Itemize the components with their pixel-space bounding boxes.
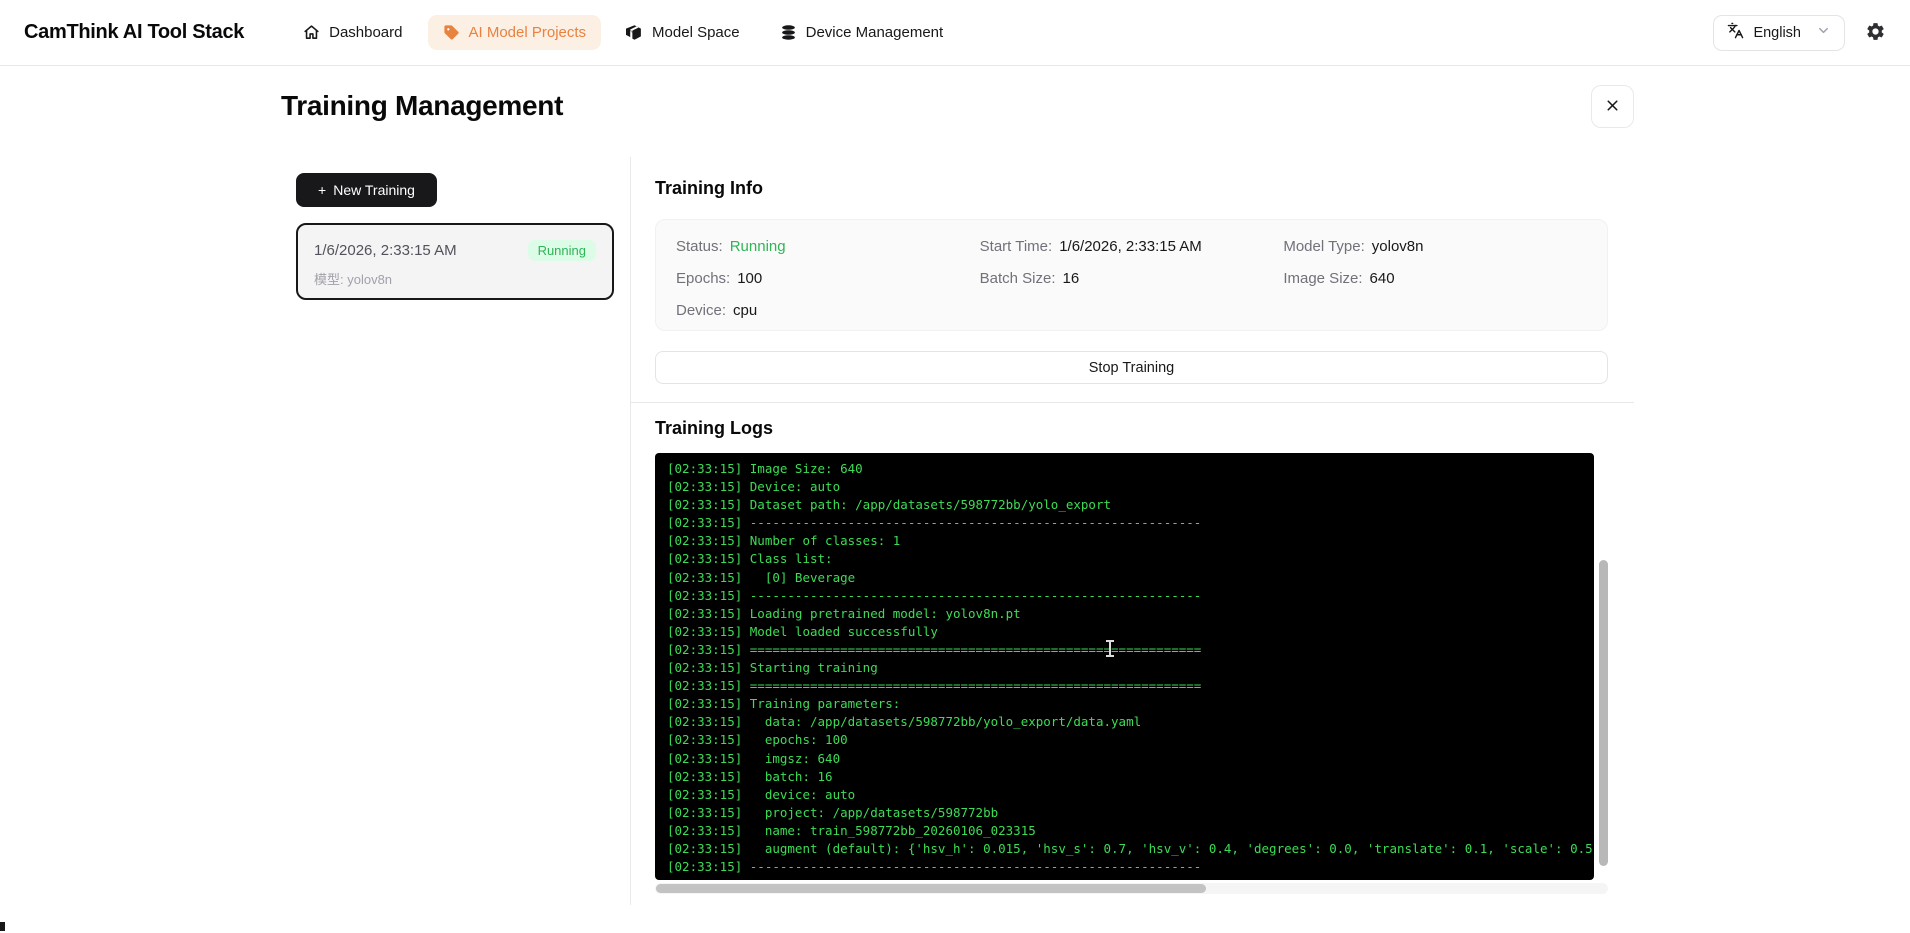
nav-item-label: AI Model Projects [469, 24, 587, 41]
vertical-divider [630, 157, 631, 905]
log-line: [02:33:15] Class list: [667, 550, 1582, 568]
horizontal-scrollbar-track[interactable] [655, 883, 1608, 894]
log-line: [02:33:15] =============================… [667, 677, 1582, 695]
horizontal-scrollbar-thumb[interactable] [656, 884, 1206, 893]
log-line: [02:33:15] =============================… [667, 641, 1582, 659]
log-line: [02:33:15] Training parameters: [667, 695, 1582, 713]
stop-training-button[interactable]: Stop Training [655, 351, 1608, 384]
new-training-label: New Training [333, 182, 415, 198]
chevron-down-icon [1816, 23, 1831, 42]
log-line: [02:33:15] device: auto [667, 786, 1582, 804]
log-line: [02:33:15] batch: 16 [667, 768, 1582, 786]
language-selector[interactable]: English [1713, 15, 1845, 51]
nav-item-label: Device Management [806, 24, 944, 41]
nav-item-label: Model Space [652, 24, 740, 41]
log-line: [02:33:15] imgsz: 640 [667, 750, 1582, 768]
translate-icon [1727, 22, 1744, 43]
corner-artifact [0, 922, 5, 931]
session-model: 模型: yolov8n [314, 269, 596, 288]
main-nav: Dashboard AI Model Projects Model Space … [288, 15, 958, 50]
settings-button[interactable] [1865, 21, 1886, 45]
info-field-status: Status: Running [676, 236, 980, 258]
horizontal-divider [630, 402, 1634, 403]
close-button[interactable] [1591, 85, 1634, 128]
log-line: [02:33:15] Device: auto [667, 478, 1582, 496]
database-icon [780, 24, 797, 41]
header-actions: English [1713, 15, 1886, 51]
training-logs-title: Training Logs [655, 418, 773, 439]
close-icon [1604, 97, 1621, 117]
log-line: [02:33:15] [0] Beverage [667, 569, 1582, 587]
log-line: [02:33:15] -----------------------------… [667, 587, 1582, 605]
training-log-terminal[interactable]: [02:33:15] Image Size: 640[02:33:15] Dev… [655, 453, 1594, 880]
log-line: [02:33:15] Loading pretrained model: yol… [667, 605, 1582, 623]
log-line: [02:33:15] -----------------------------… [667, 858, 1582, 876]
status-badge: Running [528, 240, 596, 261]
training-session-card[interactable]: 1/6/2026, 2:33:15 AM Running 模型: yolov8n [296, 223, 614, 300]
new-training-button[interactable]: + New Training [296, 173, 437, 207]
text-cursor-icon [1105, 640, 1115, 657]
home-icon [303, 24, 320, 41]
vertical-scrollbar-thumb[interactable] [1599, 560, 1608, 866]
training-info-title: Training Info [655, 178, 763, 199]
log-line: [02:33:15] Image Size: 640 [667, 460, 1582, 478]
status-value: Running [730, 236, 786, 258]
page-title: Training Management [281, 90, 563, 122]
training-info-panel: Status: Running Start Time: 1/6/2026, 2:… [655, 219, 1608, 331]
log-line: [02:33:15] Starting training [667, 659, 1582, 677]
log-line: [02:33:15] -----------------------------… [667, 514, 1582, 532]
log-line: [02:33:15] augment (default): {'hsv_h': … [667, 840, 1582, 858]
log-line: [02:33:15] data: /app/datasets/598772bb/… [667, 713, 1582, 731]
log-line: [02:33:15] Model loaded successfully [667, 623, 1582, 641]
package-icon [626, 24, 643, 41]
info-field-image-size: Image Size: 640 [1283, 268, 1587, 290]
nav-item-device-management[interactable]: Device Management [765, 15, 959, 50]
info-field-epochs: Epochs: 100 [676, 268, 980, 290]
language-label: English [1753, 25, 1801, 41]
info-field-model-type: Model Type: yolov8n [1283, 236, 1587, 258]
log-line: [02:33:15] Dataset path: /app/datasets/5… [667, 496, 1582, 514]
nav-item-ai-model-projects[interactable]: AI Model Projects [428, 15, 602, 50]
plus-icon: + [318, 182, 326, 198]
log-line: [02:33:15] epochs: 100 [667, 731, 1582, 749]
info-field-batch-size: Batch Size: 16 [980, 268, 1284, 290]
log-line: [02:33:15] project: /app/datasets/598772… [667, 804, 1582, 822]
nav-item-dashboard[interactable]: Dashboard [288, 15, 417, 50]
nav-item-label: Dashboard [329, 24, 402, 41]
app-header: CamThink AI Tool Stack Dashboard AI Mode… [0, 0, 1910, 66]
log-line: [02:33:15] name: train_598772bb_20260106… [667, 822, 1582, 840]
app-logo: CamThink AI Tool Stack [24, 21, 244, 44]
session-date: 1/6/2026, 2:33:15 AM [314, 242, 457, 259]
info-field-start-time: Start Time: 1/6/2026, 2:33:15 AM [980, 236, 1284, 258]
log-line: [02:33:15] Number of classes: 1 [667, 532, 1582, 550]
gear-icon [1865, 21, 1886, 45]
nav-item-model-space[interactable]: Model Space [611, 15, 755, 50]
info-field-device: Device: cpu [676, 300, 980, 322]
tag-icon [443, 24, 460, 41]
